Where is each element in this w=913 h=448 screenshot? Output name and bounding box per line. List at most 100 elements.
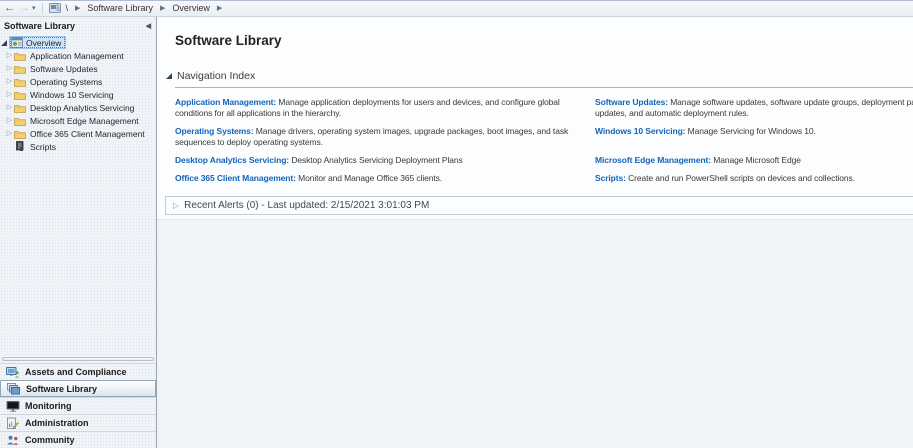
entry-description: Manage Servicing for Windows 10. [688, 126, 816, 136]
folder-icon [14, 128, 27, 139]
toolbar-separator [42, 3, 43, 14]
breadcrumb-separator-icon: ▶ [158, 4, 167, 12]
nav-label: Community [25, 435, 75, 445]
software-updates-link[interactable]: Software Updates: [595, 97, 668, 107]
tree-item-operating-systems[interactable]: ▷ Operating Systems [0, 75, 156, 88]
section-title: Navigation Index [177, 70, 255, 82]
section-divider [175, 87, 913, 88]
nav-entry-application-management: Application Management: Manage applicati… [175, 97, 587, 119]
breadcrumb-software-library[interactable]: Software Library [86, 3, 154, 13]
tree-item-scripts[interactable]: Scripts [0, 140, 156, 153]
breadcrumb-root[interactable]: \ [65, 3, 70, 13]
expander-icon[interactable]: ▷ [5, 65, 14, 72]
desktop-analytics-servicing-link[interactable]: Desktop Analytics Servicing: [175, 155, 289, 165]
sidebar-splitter[interactable] [0, 355, 156, 363]
tree-item-windows-10-servicing[interactable]: ▷ Windows 10 Servicing [0, 88, 156, 101]
nav-entry-office-365-client-management: Office 365 Client Management: Monitor an… [175, 173, 587, 184]
sidebar-header: Software Library ◀ [0, 17, 156, 32]
tree-item-label: Scripts [30, 142, 56, 152]
nav-community[interactable]: Community [0, 431, 156, 448]
monitoring-icon [6, 400, 20, 413]
expander-icon[interactable]: ▷ [5, 91, 14, 98]
expander-icon[interactable]: ▷ [5, 130, 14, 137]
application-management-link[interactable]: Application Management: [175, 97, 276, 107]
empty-panel [157, 219, 913, 448]
sidebar-title: Software Library [4, 21, 75, 31]
tree-selection[interactable]: Overview [9, 36, 66, 49]
recent-alerts-label: Recent Alerts (0) - Last updated: 2/15/2… [184, 200, 429, 211]
breadcrumb-separator-icon: ▶ [73, 4, 82, 12]
folder-icon [14, 89, 27, 100]
sidebar: Software Library ◀ Overview [0, 17, 157, 448]
folder-icon [14, 50, 27, 61]
recent-alerts-bar[interactable]: ▷ Recent Alerts (0) - Last updated: 2/15… [165, 196, 913, 215]
expander-icon[interactable] [0, 40, 9, 46]
nav-entry-operating-systems: Operating Systems: Manage drivers, opera… [175, 126, 587, 148]
tree-item-label: Windows 10 Servicing [30, 90, 114, 100]
entry-description: Create and run PowerShell scripts on dev… [628, 173, 855, 183]
nav-monitoring[interactable]: Monitoring [0, 397, 156, 414]
nav-label: Assets and Compliance [25, 367, 127, 377]
office-365-client-management-link[interactable]: Office 365 Client Management: [175, 173, 296, 183]
section-collapsed-icon[interactable]: ▷ [173, 202, 179, 209]
sidebar-tree: Overview ▷ Application Management ▷ Soft… [0, 32, 156, 355]
tree-item-label: Microsoft Edge Management [30, 116, 139, 126]
entry-description: Monitor and Manage Office 365 clients. [298, 173, 442, 183]
folder-icon [14, 115, 27, 126]
tree-item-application-management[interactable]: ▷ Application Management [0, 49, 156, 62]
back-icon[interactable]: ← [4, 3, 15, 14]
nav-entry-microsoft-edge-management: Microsoft Edge Management: Manage Micros… [595, 155, 913, 166]
console-app-icon [49, 2, 61, 14]
section-expanded-icon[interactable] [166, 73, 172, 79]
administration-icon [6, 417, 20, 430]
nav-entry-desktop-analytics-servicing: Desktop Analytics Servicing: Desktop Ana… [175, 155, 587, 166]
main-content: Software Library Navigation Index Applic… [157, 17, 913, 448]
nav-label: Administration [25, 418, 89, 428]
top-toolbar: ← → ▾ \ ▶ Software Library ▶ Overview ▶ [0, 0, 913, 17]
nav-label: Software Library [26, 384, 97, 394]
history-dropdown-icon[interactable]: ▾ [32, 4, 36, 12]
tree-item-label: Application Management [30, 51, 124, 61]
assets-and-compliance-icon [6, 366, 20, 379]
windows-10-servicing-link[interactable]: Windows 10 Servicing: [595, 126, 685, 136]
breadcrumb-overview[interactable]: Overview [171, 3, 211, 13]
nav-entry-windows-10-servicing: Windows 10 Servicing: Manage Servicing f… [595, 126, 913, 148]
nav-software-library[interactable]: Software Library [0, 380, 156, 397]
splitter-grip[interactable] [2, 357, 154, 361]
navigation-index-header[interactable]: Navigation Index [166, 70, 913, 82]
tree-item-label: Software Updates [30, 64, 98, 74]
tree-item-office-365-client-management[interactable]: ▷ Office 365 Client Management [0, 127, 156, 140]
expander-icon[interactable]: ▷ [5, 104, 14, 111]
tree-item-microsoft-edge-management[interactable]: ▷ Microsoft Edge Management [0, 114, 156, 127]
breadcrumb-separator-icon[interactable]: ▶ [215, 4, 224, 12]
entry-description: Desktop Analytics Servicing Deployment P… [291, 155, 462, 165]
workspace-nav: Assets and Compliance Software Library [0, 363, 156, 448]
tree-item-overview[interactable]: Overview [0, 36, 156, 49]
nav-assets-and-compliance[interactable]: Assets and Compliance [0, 363, 156, 380]
folder-icon [14, 76, 27, 87]
page-title: Software Library [175, 32, 913, 49]
tree-item-desktop-analytics-servicing[interactable]: ▷ Desktop Analytics Servicing [0, 101, 156, 114]
tree-item-software-updates[interactable]: ▷ Software Updates [0, 62, 156, 75]
operating-systems-link[interactable]: Operating Systems: [175, 126, 254, 136]
scripts-link[interactable]: Scripts: [595, 173, 626, 183]
tree-item-label: Desktop Analytics Servicing [30, 103, 134, 113]
script-icon [14, 141, 27, 152]
tree-item-label: Operating Systems [30, 77, 102, 87]
community-icon [6, 434, 20, 447]
entry-description: Manage Microsoft Edge [713, 155, 801, 165]
nav-entry-software-updates: Software Updates: Manage software update… [595, 97, 913, 119]
expander-icon[interactable]: ▷ [5, 52, 14, 59]
nav-administration[interactable]: Administration [0, 414, 156, 431]
microsoft-edge-management-link[interactable]: Microsoft Edge Management: [595, 155, 711, 165]
nav-entry-scripts: Scripts: Create and run PowerShell scrip… [595, 173, 913, 184]
folder-icon [14, 63, 27, 74]
expander-icon[interactable]: ▷ [5, 78, 14, 85]
collapse-sidebar-icon[interactable]: ◀ [146, 22, 151, 30]
tree-item-label: Office 365 Client Management [30, 129, 145, 139]
tree-item-label: Overview [26, 38, 61, 48]
overview-icon [11, 37, 24, 48]
navigation-index-links: Application Management: Manage applicati… [175, 97, 913, 184]
software-library-icon [7, 382, 21, 395]
expander-icon[interactable]: ▷ [5, 117, 14, 124]
